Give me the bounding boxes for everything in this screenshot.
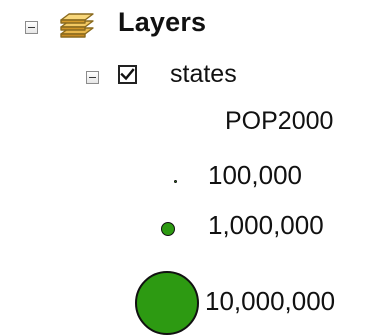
legend-symbol-large <box>135 271 199 335</box>
layers-root-label[interactable]: Layers <box>118 7 206 38</box>
legend-class-label: 10,000,000 <box>205 286 336 316</box>
states-collapse-toggle[interactable] <box>86 71 99 84</box>
legend-field-name: POP2000 <box>225 107 334 135</box>
states-layer-label[interactable]: states <box>170 60 237 89</box>
legend-class-label: 1,000,000 <box>208 210 324 240</box>
layers-collapse-toggle[interactable] <box>25 21 38 34</box>
legend-symbol-small <box>174 180 177 183</box>
checkmark-icon <box>120 68 135 81</box>
states-visibility-checkbox[interactable] <box>118 65 137 84</box>
legend-class-label: 100,000 <box>208 160 302 190</box>
layers-stack-icon <box>55 9 97 43</box>
legend-symbol-medium <box>161 222 175 236</box>
